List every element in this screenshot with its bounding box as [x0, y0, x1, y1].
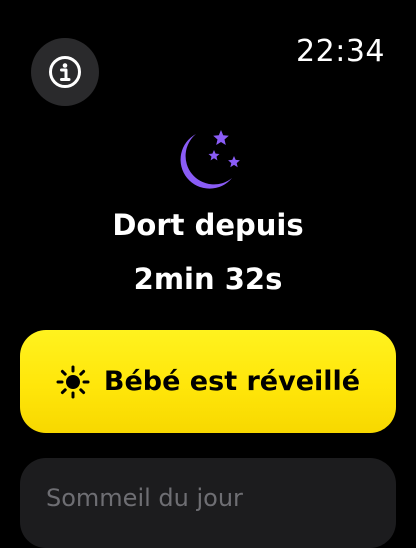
sun-icon: [56, 365, 90, 399]
sleep-status-label: Dort depuis: [112, 208, 304, 242]
baby-awake-label: Bébé est réveillé: [103, 366, 361, 397]
sleep-duration: 2min 32s: [133, 262, 283, 296]
info-icon: [48, 55, 82, 89]
info-button[interactable]: [31, 38, 99, 106]
baby-awake-button[interactable]: Bébé est réveillé: [20, 330, 396, 433]
daily-sleep-card[interactable]: Sommeil du jour: [20, 458, 396, 548]
moon-stars-icon: [170, 126, 246, 198]
daily-sleep-card-title: Sommeil du jour: [46, 484, 243, 512]
clock-time: 22:34: [296, 34, 385, 69]
